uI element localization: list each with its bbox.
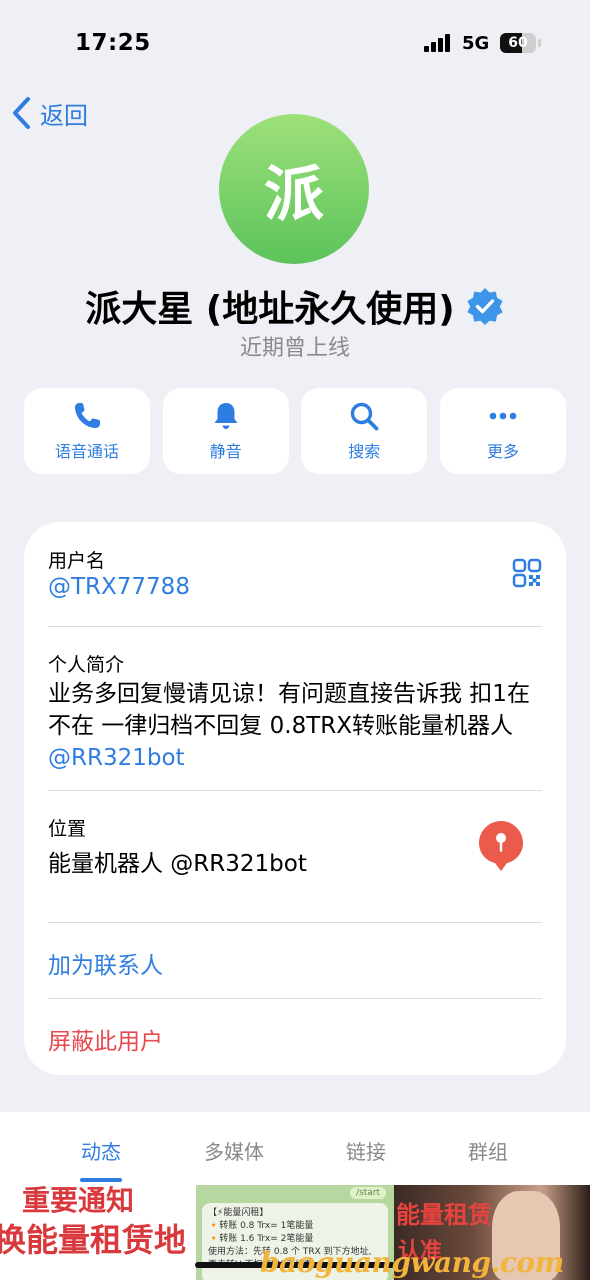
divider [48, 998, 542, 999]
add-contact-button[interactable]: 加为联系人 [48, 946, 163, 980]
battery-icon: 60 [500, 33, 536, 53]
thumb-line: 🔸转账 1.6 Trx= 2笔能量 [208, 1234, 314, 1244]
thumb-line: 🔸转账 0.8 Trx= 1笔能量 [208, 1221, 314, 1231]
thumb-text: 重要通知 [22, 1185, 135, 1217]
watermark: baoguangwang.com [260, 1246, 564, 1279]
back-label: 返回 [40, 101, 88, 130]
thumb-start-bubble: /start [350, 1187, 386, 1199]
divider [48, 626, 542, 627]
map-pin-icon[interactable] [478, 820, 524, 872]
action-bar: 语音通话 静音 搜索 更多 [24, 388, 566, 474]
search-label: 搜索 [348, 442, 381, 461]
divider [48, 790, 542, 791]
more-button[interactable]: 更多 [439, 388, 566, 474]
battery-level: 60 [508, 35, 528, 51]
profile-name-row: 派大星 (地址永久使用) [0, 280, 590, 332]
avatar[interactable]: 派 [219, 114, 369, 264]
battery-cap [538, 39, 541, 47]
mute-button[interactable]: 静音 [162, 388, 289, 474]
tab-media[interactable]: 多媒体 [184, 1136, 284, 1165]
signal-icon [424, 34, 452, 52]
network-type: 5G [462, 33, 490, 54]
avatar-initial: 派 [264, 159, 324, 230]
more-icon [489, 412, 517, 420]
qr-code-icon[interactable] [512, 558, 542, 588]
mute-label: 静音 [209, 442, 242, 461]
bio-body: 业务多回复慢请见谅！有问题直接告诉我 扣1在不在 一律归档不回复 0.8TRX转… [48, 681, 530, 739]
divider [48, 922, 542, 923]
last-seen-status: 近期曾上线 [239, 336, 350, 361]
verified-badge-icon[interactable] [465, 286, 505, 326]
status-bar: 17:25 5G 60 [0, 0, 590, 90]
username-link[interactable]: @TRX77788 [48, 574, 190, 600]
phone-icon [75, 403, 100, 428]
status-time: 17:25 [75, 30, 151, 56]
profile-name: 派大星 (地址永久使用) [85, 289, 455, 330]
tab-links[interactable]: 链接 [316, 1136, 416, 1165]
location-value: 能量机器人 @RR321bot [48, 851, 307, 877]
voice-call-label: 语音通话 [54, 442, 119, 461]
location-label: 位置 [48, 818, 87, 840]
more-label: 更多 [486, 442, 519, 461]
block-user-button[interactable]: 屏蔽此用户 [48, 1022, 163, 1056]
bell-icon [214, 403, 238, 429]
search-icon [351, 402, 379, 431]
post-thumbnail[interactable]: 重要通知 换能量租赁地 [0, 1185, 196, 1280]
voice-call-button[interactable]: 语音通话 [24, 388, 150, 474]
bio-text: 业务多回复慢请见谅！有问题直接告诉我 扣1在不在 一律归档不回复 0.8TRX转… [48, 678, 548, 774]
back-button[interactable]: 返回 [10, 95, 88, 131]
thumb-text: 换能量租赁地 [0, 1221, 187, 1259]
bio-label: 个人简介 [48, 654, 125, 676]
username-label: 用户名 [48, 550, 106, 572]
profile-info-card: 用户名 @TRX77788 个人简介 业务多回复慢请见谅！有问题直接告诉我 扣1… [24, 522, 566, 1075]
bio-bot-link[interactable]: @RR321bot [48, 745, 185, 771]
chevron-left-icon [13, 97, 30, 129]
tab-posts[interactable]: 动态 [51, 1136, 151, 1165]
tab-groups[interactable]: 群组 [438, 1136, 538, 1165]
search-button[interactable]: 搜索 [301, 388, 428, 474]
thumb-line: 【⚡能量闪租】 [208, 1208, 269, 1218]
active-tab-indicator [80, 1178, 122, 1182]
thumb-text: 能量租赁 [396, 1201, 492, 1229]
